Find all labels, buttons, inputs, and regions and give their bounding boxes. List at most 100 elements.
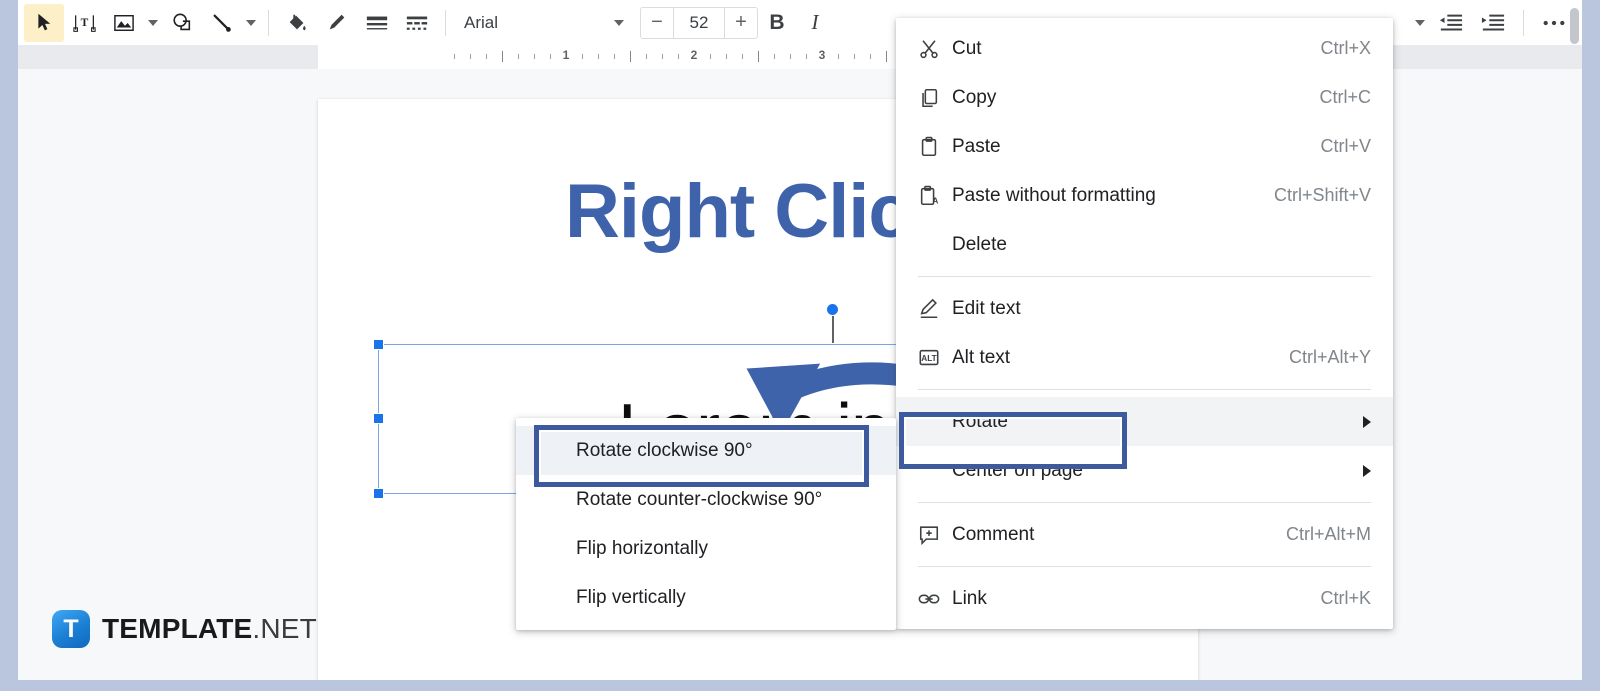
- menu-item-label: Cut: [952, 37, 982, 59]
- ruler-tick: [614, 54, 615, 59]
- menu-item-shortcut: Ctrl+C: [1319, 87, 1371, 107]
- line-tool-caret[interactable]: [242, 4, 260, 42]
- border-color-button[interactable]: [317, 4, 357, 42]
- context-menu-item-cut[interactable]: Cut Ctrl+X: [896, 24, 1393, 73]
- menu-item-shortcut: Ctrl+K: [1320, 588, 1371, 608]
- bold-button[interactable]: B: [758, 4, 796, 42]
- context-menu-item-comment[interactable]: Comment Ctrl+Alt+M: [896, 510, 1393, 559]
- ruler-tick: [582, 54, 583, 59]
- border-weight-button[interactable]: [357, 4, 397, 42]
- context-menu-item-link[interactable]: Link Ctrl+K: [896, 574, 1393, 623]
- menu-separator: [918, 566, 1371, 567]
- submenu-item-flip-horizontally[interactable]: Flip horizontally: [516, 524, 896, 573]
- font-family-select[interactable]: Arial: [454, 7, 604, 39]
- context-menu-item-paste-without-formatting[interactable]: A Paste without formatting Ctrl+Shift+V: [896, 171, 1393, 220]
- ruler-tick: [646, 54, 647, 59]
- ruler-tick: [886, 51, 887, 62]
- rotate-submenu: Rotate clockwise 90° Rotate counter-clock…: [516, 418, 896, 630]
- submenu-item-label: Flip horizontally: [576, 537, 708, 559]
- ruler-tick: [502, 51, 503, 62]
- shape-tool-button[interactable]: [162, 4, 202, 42]
- menu-item-label: Copy: [952, 86, 997, 108]
- ruler-tick: [854, 54, 855, 59]
- watermark-logo: T TEMPLATE.NET: [52, 610, 317, 648]
- ruler-number: 1: [562, 48, 570, 62]
- ruler-tick: [454, 54, 455, 59]
- screenshot-root: T Arial − 52 + B I 1 2 3 Right Click Cut…: [0, 0, 1600, 691]
- select-tool-button[interactable]: [24, 3, 64, 42]
- context-menu-item-copy[interactable]: Copy Ctrl+C: [896, 73, 1393, 122]
- increase-font-size-button[interactable]: +: [725, 7, 757, 38]
- context-menu-item-center-on-page[interactable]: Center on page: [896, 446, 1393, 495]
- menu-item-label: Paste: [952, 135, 1001, 157]
- paint-bucket-icon: [289, 14, 306, 30]
- app-window: T Arial − 52 + B I 1 2 3 Right Click Cut…: [18, 0, 1582, 680]
- fill-color-button[interactable]: [277, 4, 317, 42]
- menu-item-label: Delete: [952, 233, 1007, 255]
- ruler-tick: [806, 54, 807, 59]
- textbox-tool-button[interactable]: T: [64, 4, 104, 42]
- pen-icon: [329, 14, 345, 29]
- font-size-input[interactable]: 52: [673, 7, 725, 38]
- decrease-indent-button[interactable]: [1431, 4, 1471, 42]
- submenu-item-flip-vertically[interactable]: Flip vertically: [516, 573, 896, 622]
- ruler-tick: [742, 54, 743, 59]
- context-menu: Cut Ctrl+X Copy Ctrl+C Paste Ctrl+V A Paste wit…: [896, 18, 1393, 629]
- brand-name-primary: TEMPLATE: [102, 613, 253, 644]
- indent-decrease-icon: [1439, 14, 1463, 30]
- submenu-item-rotate-clockwise-90-[interactable]: Rotate clockwise 90°: [516, 426, 896, 475]
- context-menu-item-alt-text[interactable]: ALT Alt text Ctrl+Alt+Y: [896, 333, 1393, 382]
- edit-text-icon: [918, 298, 952, 320]
- clipboard-text-icon: A: [918, 185, 952, 207]
- border-dash-button[interactable]: [397, 4, 437, 42]
- menu-item-shortcut: Ctrl+Alt+Y: [1288, 347, 1371, 367]
- ruler-tick: [486, 54, 487, 59]
- context-menu-item-rotate[interactable]: Rotate: [896, 397, 1393, 446]
- window-frame-left: [0, 0, 18, 691]
- image-icon: [114, 14, 134, 31]
- submenu-item-label: Rotate clockwise 90°: [576, 439, 753, 461]
- scissors-icon: [918, 38, 952, 60]
- menu-separator: [918, 389, 1371, 390]
- italic-button[interactable]: I: [796, 4, 834, 42]
- line-weight-icon: [366, 16, 388, 29]
- rotation-handle-stem: [832, 313, 834, 343]
- more-options-button[interactable]: [1534, 4, 1574, 42]
- toolbar-divider: [445, 9, 446, 36]
- decrease-font-size-button[interactable]: −: [641, 7, 673, 38]
- ruler-tick: [774, 54, 775, 59]
- submenu-item-label: Rotate counter-clockwise 90°: [576, 488, 823, 510]
- vertical-scrollbar-thumb[interactable]: [1570, 8, 1579, 44]
- submenu-arrow-icon: [1363, 464, 1371, 477]
- chevron-down-icon: [1415, 19, 1425, 26]
- ruler-number: 3: [818, 48, 826, 62]
- line-tool-button[interactable]: [202, 4, 242, 42]
- font-family-caret[interactable]: [604, 19, 634, 26]
- rotation-handle[interactable]: [826, 303, 839, 316]
- resize-handle-top-left[interactable]: [373, 339, 384, 350]
- menu-item-label: Alt text: [952, 346, 1011, 368]
- increase-indent-button[interactable]: [1473, 4, 1513, 42]
- menu-item-shortcut: Ctrl+V: [1320, 136, 1371, 156]
- menu-item-label: Edit text: [952, 297, 1021, 319]
- resize-handle-middle-left[interactable]: [373, 413, 384, 424]
- image-tool-button[interactable]: [104, 4, 144, 42]
- context-menu-item-delete[interactable]: Delete: [896, 220, 1393, 269]
- text-box-icon: T: [72, 15, 96, 32]
- font-size-stepper[interactable]: − 52 +: [640, 6, 758, 39]
- line-dash-icon: [406, 16, 428, 30]
- submenu-arrow-icon: [1363, 415, 1371, 428]
- menu-item-shortcut: Ctrl+Alt+M: [1285, 524, 1371, 544]
- toolbar-divider: [268, 9, 269, 36]
- context-menu-item-edit-text[interactable]: Edit text: [896, 284, 1393, 333]
- image-tool-caret[interactable]: [144, 4, 162, 42]
- menu-item-label: Center on page: [952, 459, 1083, 481]
- ruler-tick: [870, 54, 871, 59]
- more-horizontal-icon: [1543, 20, 1565, 25]
- submenu-item-rotate-counter-clockwise-90-[interactable]: Rotate counter-clockwise 90°: [516, 475, 896, 524]
- context-menu-item-paste[interactable]: Paste Ctrl+V: [896, 122, 1393, 171]
- resize-handle-bottom-left[interactable]: [373, 488, 384, 499]
- alt-text-icon: ALT: [918, 347, 952, 369]
- line-spacing-caret[interactable]: [1411, 4, 1429, 42]
- toolbar-divider: [1523, 9, 1524, 36]
